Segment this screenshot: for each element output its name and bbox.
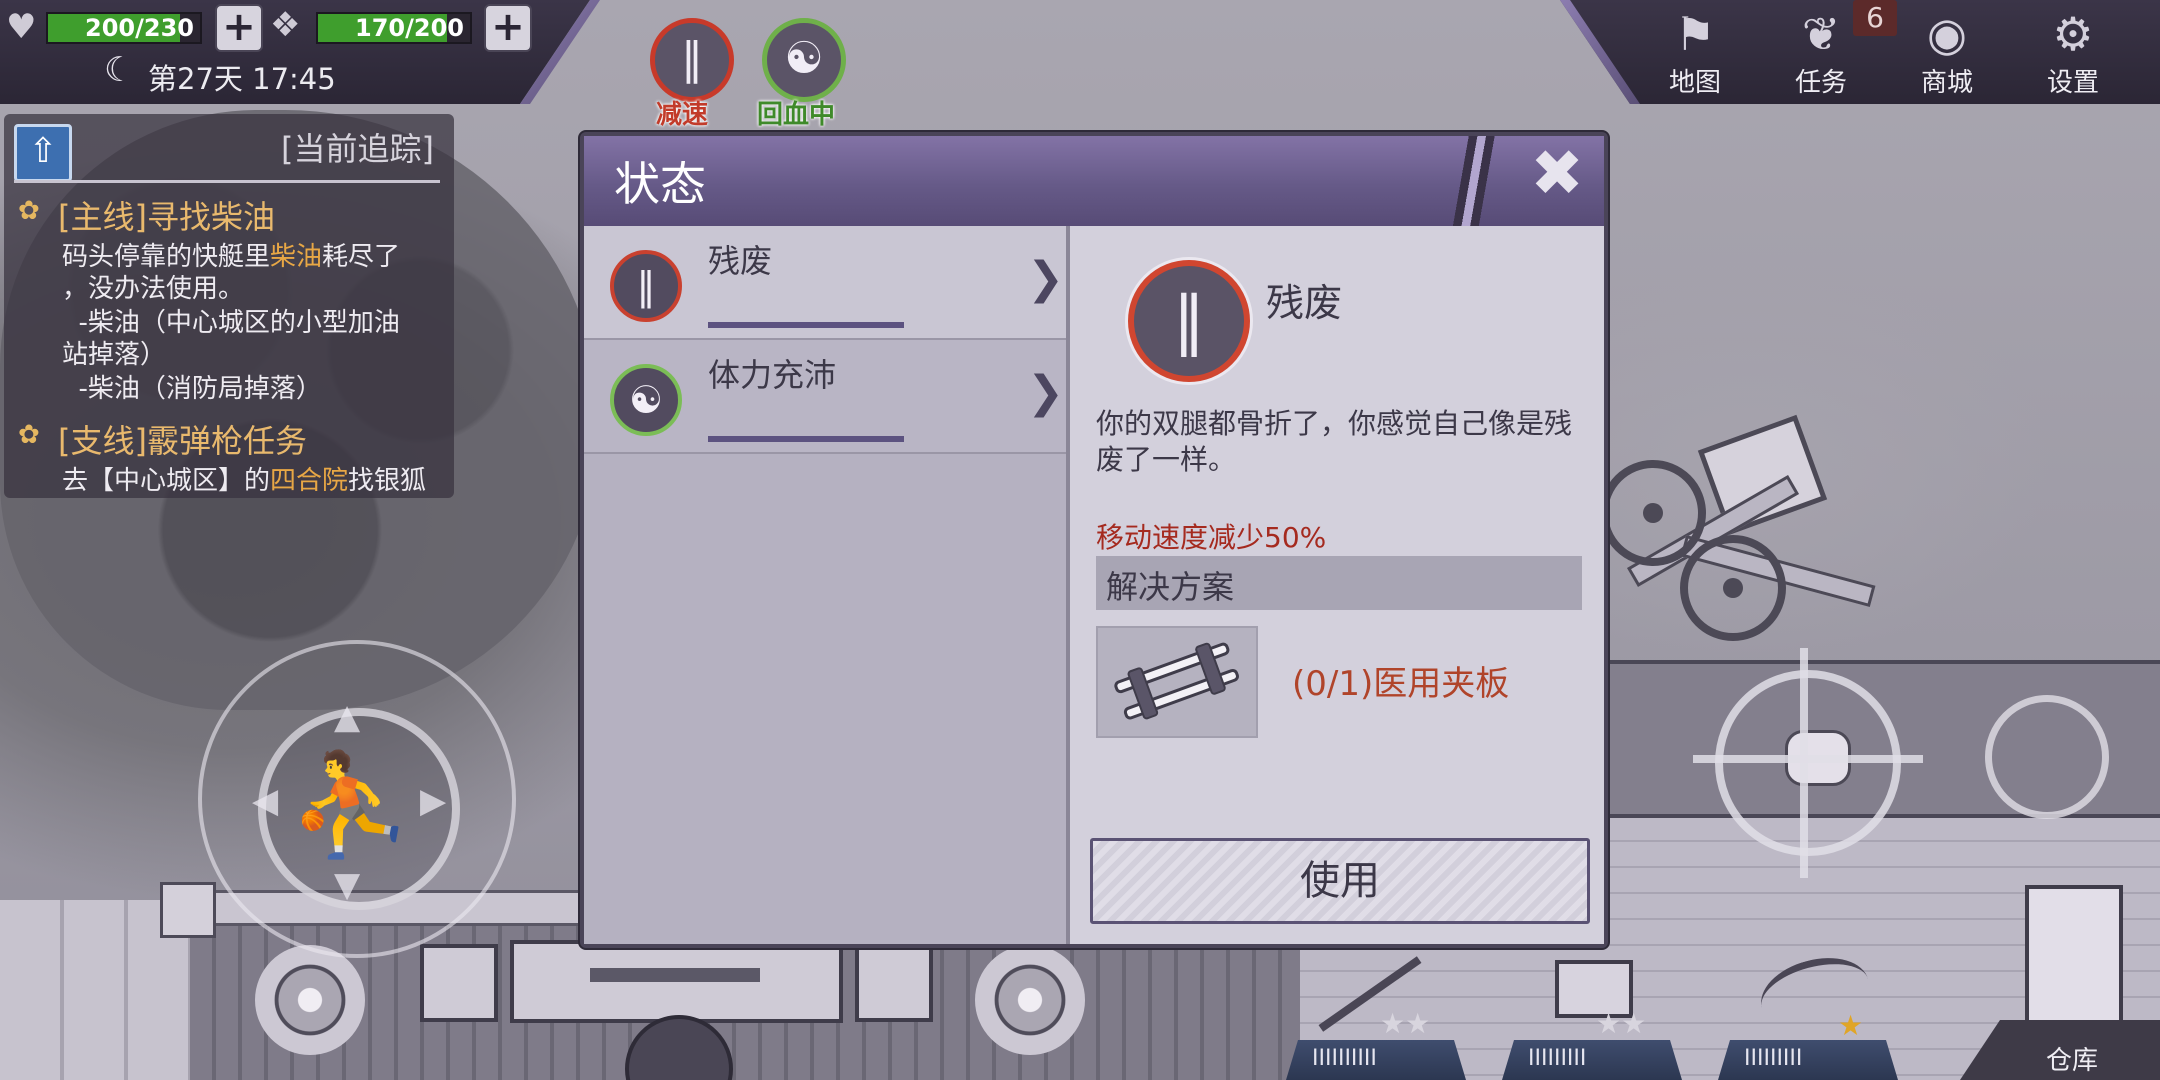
arrow-left-icon: ◀	[252, 781, 279, 821]
quest-main[interactable]: ✿ [主线]寻找柴油 码头停靠的快艇里柴油耗尽了 ，没办法使用。 -柴油（中心城…	[14, 192, 444, 412]
storage-locker[interactable]	[2025, 885, 2123, 1038]
crutches-icon: ‖	[681, 33, 703, 84]
health-bar: 200/230	[46, 12, 202, 44]
chevron-right-icon: ❯	[1027, 253, 1064, 304]
collapse-tracker-button[interactable]: ⇧	[14, 124, 72, 182]
use-button-label: 使用	[1300, 858, 1380, 904]
status-slow-icon[interactable]: ‖	[650, 18, 734, 102]
arrow-up-icon: ▲	[334, 697, 361, 737]
strongman-icon: ☯	[628, 378, 664, 422]
arrow-down-icon: ▼	[334, 865, 361, 905]
quest-line: 去【中心城区】的四合院找银狐	[62, 466, 427, 496]
health-text: 200/230	[85, 14, 194, 42]
durability-label: IIIIIIIIII	[1312, 1046, 1377, 1071]
potted-plant	[975, 945, 1085, 1055]
quest-title: [主线]寻找柴油	[58, 198, 275, 236]
quest-tracker: ⇧ [当前追踪] ✿ [主线]寻找柴油 码头停靠的快艇里柴油耗尽了 ，没办法使用…	[4, 114, 454, 498]
dialog-header: 状态 ✖	[584, 136, 1604, 226]
divider	[14, 180, 440, 183]
rating-star: ★	[1838, 1009, 1864, 1042]
status-name: 残废	[708, 242, 773, 280]
quest-line: ，没办法使用。	[62, 274, 245, 304]
settings-button[interactable]: ⚙ 设置	[2018, 8, 2128, 100]
dialog-title: 状态	[614, 157, 706, 211]
rating-stars: ★★	[1380, 1007, 1431, 1040]
status-dialog: 状态 ✖ ‖ 残废 ❯ ☯ 体力充沛 ❯ ‖ 残废 你的双腿都骨折了，你感觉自己…	[580, 132, 1608, 948]
durability-label: IIIIIIIII	[1744, 1046, 1803, 1071]
detail-status-icon: ‖	[1128, 260, 1250, 382]
settings-label: 设置	[2046, 68, 2099, 98]
status-name: 体力充沛	[708, 356, 837, 394]
detail-effect: 移动速度减少50%	[1096, 521, 1327, 554]
cart-wheel	[1680, 535, 1786, 641]
quest-scroll-icon: ✿	[18, 196, 40, 226]
tracker-header: [当前追踪]	[281, 130, 434, 168]
day-time: 第27天 17:45	[148, 62, 336, 96]
run-icon: ⛹	[287, 746, 413, 863]
crutches-icon: ‖	[636, 264, 656, 308]
quest-line: 站掉落）	[62, 340, 167, 370]
splint-icon	[1114, 642, 1239, 720]
hotbar-slot-spear[interactable]: IIIIIIIIII	[1286, 1040, 1466, 1080]
stamina-icon: ❖	[270, 5, 301, 45]
status-list: ‖ 残废 ❯ ☯ 体力充沛 ❯	[584, 226, 1066, 944]
add-stamina-button[interactable]: +	[484, 4, 532, 52]
quest-line: -柴油（消防局掉落）	[62, 374, 322, 404]
secondary-action-button[interactable]	[1985, 695, 2109, 819]
use-button[interactable]: 使用	[1090, 838, 1590, 924]
quest-title: [支线]霰弹枪任务	[58, 422, 307, 460]
table-item	[590, 968, 760, 982]
warehouse-label: 仓库	[2046, 1046, 2099, 1076]
status-bar	[708, 436, 904, 442]
stamina-bar: 170/200	[316, 12, 472, 44]
status-bar	[708, 322, 904, 328]
close-button[interactable]: ✖	[1524, 142, 1590, 206]
detail-description: 你的双腿都骨折了，你感觉自己像是残废了一样。	[1096, 407, 1573, 476]
required-item-text: (0/1)医用夹板	[1292, 664, 1510, 704]
shop-button[interactable]: ◉ 商城	[1892, 8, 2002, 100]
map-button[interactable]: ⚑ 地图	[1640, 8, 1750, 100]
status-regen-label: 回血中	[757, 100, 836, 130]
chair	[420, 944, 498, 1022]
quest-side[interactable]: ✿ [支线]霰弹枪任务 去【中心城区】的四合院找银狐	[14, 416, 444, 496]
gear-icon: ⚙	[2052, 7, 2094, 61]
chevron-right-icon: ❯	[1027, 367, 1064, 418]
shop-label: 商城	[1920, 68, 1973, 98]
status-list-item-energetic[interactable]: ☯ 体力充沛 ❯	[584, 340, 1066, 454]
status-regen-icon[interactable]: ☯	[762, 18, 846, 102]
detail-status-name: 残废	[1266, 281, 1343, 325]
hotbar-slot-hammer[interactable]: IIIIIIIII	[1502, 1040, 1682, 1080]
map-label: 地图	[1668, 68, 1721, 98]
attack-crosshair-button[interactable]	[1693, 648, 1923, 878]
arrow-right-icon: ▶	[420, 781, 447, 821]
heart-icon: ♥	[6, 7, 37, 47]
fence-post	[160, 882, 216, 938]
stamina-text: 170/200	[355, 14, 464, 42]
splint-item-slot[interactable]	[1096, 626, 1258, 738]
potted-plant	[255, 945, 365, 1055]
solution-label: 解决方案	[1106, 568, 1235, 606]
tasks-badge: 6	[1853, 0, 1897, 36]
coins-icon: ◉	[1926, 7, 1968, 61]
status-slow-label: 减速	[656, 100, 709, 130]
scroll-icon: ❦	[1801, 7, 1841, 61]
map-icon: ⚑	[1674, 7, 1716, 61]
chair	[855, 944, 933, 1022]
solution-header: 解决方案	[1096, 556, 1582, 610]
cart-wheel	[1600, 460, 1706, 566]
status-icon: ☯	[610, 364, 682, 436]
hotbar-slot-bow[interactable]: IIIIIIIII	[1718, 1040, 1898, 1080]
status-detail: ‖ 残废 你的双腿都骨折了，你感觉自己像是残废了一样。 移动速度减少50% 解决…	[1070, 226, 1604, 944]
status-list-item-disabled[interactable]: ‖ 残废 ❯	[584, 226, 1066, 340]
durability-label: IIIIIIIII	[1528, 1046, 1587, 1071]
rating-stars: ★★	[1596, 1007, 1647, 1040]
status-icon: ‖	[610, 250, 682, 322]
tasks-label: 任务	[1794, 68, 1847, 98]
quest-scroll-icon: ✿	[18, 420, 40, 450]
add-health-button[interactable]: +	[215, 4, 263, 52]
moon-icon: ☾	[104, 50, 135, 90]
crutches-icon: ‖	[1173, 284, 1205, 358]
strongman-icon: ☯	[784, 33, 824, 84]
